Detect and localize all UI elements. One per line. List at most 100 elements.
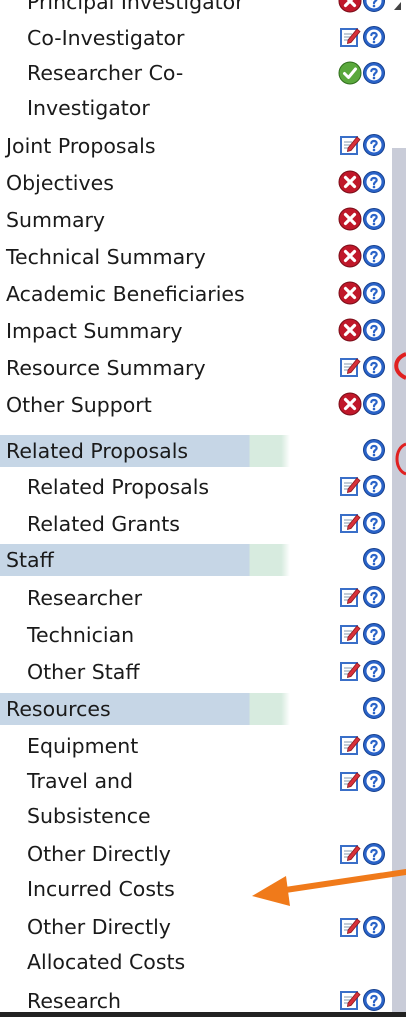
help-icon[interactable] bbox=[362, 318, 386, 342]
help-icon[interactable] bbox=[362, 622, 386, 646]
nav-item-status-icons bbox=[338, 733, 388, 759]
error-icon[interactable] bbox=[338, 244, 362, 268]
help-icon[interactable] bbox=[362, 547, 386, 571]
help-icon[interactable] bbox=[362, 0, 386, 13]
nav-item-label[interactable]: Summary bbox=[6, 202, 105, 238]
error-icon[interactable] bbox=[338, 0, 362, 13]
help-icon[interactable] bbox=[362, 170, 386, 194]
edit-icon[interactable] bbox=[338, 988, 362, 1012]
edit-icon[interactable] bbox=[338, 133, 362, 157]
help-icon[interactable] bbox=[362, 244, 386, 268]
error-icon[interactable] bbox=[338, 318, 362, 342]
nav-item[interactable]: Joint Proposals bbox=[0, 128, 392, 164]
nav-item[interactable]: Other Staff bbox=[0, 654, 392, 690]
help-icon[interactable] bbox=[362, 474, 386, 498]
help-icon[interactable] bbox=[362, 61, 386, 85]
nav-item[interactable]: Summary bbox=[0, 202, 392, 238]
complete-icon[interactable] bbox=[338, 61, 362, 85]
help-icon[interactable] bbox=[362, 355, 386, 379]
section-header[interactable]: Resources bbox=[0, 691, 392, 727]
nav-item-status-icons bbox=[338, 244, 388, 270]
edit-icon[interactable] bbox=[338, 622, 362, 646]
nav-item[interactable]: Travel and Subsistence bbox=[0, 764, 392, 836]
edit-icon[interactable] bbox=[338, 733, 362, 757]
nav-item[interactable]: Co-Investigator bbox=[0, 20, 392, 56]
nav-item-status-icons bbox=[338, 318, 388, 344]
nav-item-label[interactable]: Staff bbox=[6, 542, 54, 578]
help-icon[interactable] bbox=[362, 769, 386, 793]
help-icon[interactable] bbox=[362, 733, 386, 757]
nav-item-label[interactable]: Technical Summary bbox=[6, 239, 206, 275]
nav-item-label[interactable]: Researcher Co- Investigator bbox=[27, 56, 183, 126]
scroll-up-arrow-icon[interactable] bbox=[391, 0, 405, 14]
nav-item-status-icons bbox=[338, 355, 388, 381]
nav-item-label[interactable]: Impact Summary bbox=[6, 313, 182, 349]
nav-item[interactable]: Related Proposals bbox=[0, 469, 392, 505]
nav-item-label[interactable]: Resource Summary bbox=[6, 350, 206, 386]
nav-item-label[interactable]: Principal Investigator bbox=[27, 0, 244, 20]
help-icon[interactable] bbox=[362, 438, 386, 462]
nav-item[interactable]: Researcher Co- Investigator bbox=[0, 56, 392, 128]
edit-icon[interactable] bbox=[338, 659, 362, 683]
help-icon[interactable] bbox=[362, 207, 386, 231]
edit-icon[interactable] bbox=[338, 474, 362, 498]
nav-item-label[interactable]: Other Staff bbox=[27, 654, 139, 690]
help-icon[interactable] bbox=[362, 988, 386, 1012]
nav-item-label[interactable]: Resources bbox=[6, 691, 111, 727]
help-icon[interactable] bbox=[362, 585, 386, 609]
help-icon[interactable] bbox=[362, 915, 386, 939]
nav-item[interactable]: Technical Summary bbox=[0, 239, 392, 275]
nav-item-status-icons bbox=[338, 207, 388, 233]
help-icon[interactable] bbox=[362, 133, 386, 157]
section-header[interactable]: Related Proposals bbox=[0, 433, 392, 469]
help-icon[interactable] bbox=[362, 696, 386, 720]
nav-item-status-icons bbox=[338, 474, 388, 500]
nav-item-status-icons bbox=[338, 511, 388, 537]
help-icon[interactable] bbox=[362, 511, 386, 535]
nav-item-label[interactable]: Travel and Subsistence bbox=[27, 764, 151, 834]
error-icon[interactable] bbox=[338, 281, 362, 305]
nav-item-label[interactable]: Technician bbox=[27, 617, 134, 653]
nav-item[interactable]: Other Support bbox=[0, 387, 392, 423]
error-icon[interactable] bbox=[338, 392, 362, 416]
error-icon[interactable] bbox=[338, 170, 362, 194]
edit-icon[interactable] bbox=[338, 355, 362, 379]
nav-item-status-icons bbox=[338, 25, 388, 51]
nav-item[interactable]: Researcher bbox=[0, 580, 392, 616]
nav-item[interactable]: Related Grants bbox=[0, 506, 392, 542]
nav-item[interactable]: Equipment bbox=[0, 728, 392, 764]
nav-item[interactable]: Principal Investigator bbox=[0, 0, 392, 20]
section-header[interactable]: Staff bbox=[0, 542, 392, 578]
nav-item-label[interactable]: Co-Investigator bbox=[27, 20, 184, 56]
nav-item-label[interactable]: Other Directly Incurred Costs bbox=[27, 837, 175, 907]
nav-item-label[interactable]: Researcher bbox=[27, 580, 142, 616]
scroll-area-top bbox=[392, 0, 406, 148]
nav-item-label[interactable]: Other Support bbox=[6, 387, 152, 423]
nav-item[interactable]: Impact Summary bbox=[0, 313, 392, 349]
edit-icon[interactable] bbox=[338, 511, 362, 535]
nav-item-label[interactable]: Objectives bbox=[6, 165, 114, 201]
nav-item[interactable]: Resource Summary bbox=[0, 350, 392, 386]
nav-item[interactable]: Other Directly Allocated Costs bbox=[0, 910, 392, 982]
help-icon[interactable] bbox=[362, 281, 386, 305]
nav-item-label[interactable]: Academic Beneficiaries bbox=[6, 276, 245, 312]
help-icon[interactable] bbox=[362, 25, 386, 49]
edit-icon[interactable] bbox=[338, 769, 362, 793]
nav-item-label[interactable]: Related Proposals bbox=[27, 469, 209, 505]
help-icon[interactable] bbox=[362, 659, 386, 683]
nav-item-status-icons bbox=[338, 133, 388, 159]
nav-item-status-icons bbox=[338, 61, 388, 87]
edit-icon[interactable] bbox=[338, 915, 362, 939]
nav-item[interactable]: Technician bbox=[0, 617, 392, 653]
help-icon[interactable] bbox=[362, 392, 386, 416]
nav-item-label[interactable]: Equipment bbox=[27, 728, 138, 764]
nav-item-label[interactable]: Related Proposals bbox=[6, 433, 188, 469]
nav-item-label[interactable]: Other Directly Allocated Costs bbox=[27, 910, 185, 980]
error-icon[interactable] bbox=[338, 207, 362, 231]
nav-item-label[interactable]: Joint Proposals bbox=[6, 128, 156, 164]
nav-item[interactable]: Academic Beneficiaries bbox=[0, 276, 392, 312]
edit-icon[interactable] bbox=[338, 585, 362, 609]
nav-item-label[interactable]: Related Grants bbox=[27, 506, 180, 542]
nav-item[interactable]: Objectives bbox=[0, 165, 392, 201]
edit-icon[interactable] bbox=[338, 25, 362, 49]
